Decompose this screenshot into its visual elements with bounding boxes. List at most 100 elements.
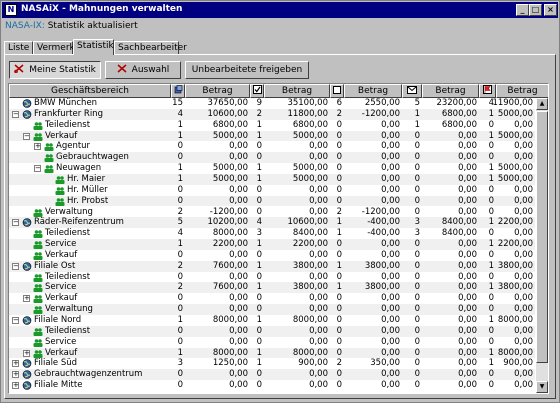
table-row[interactable]: Verwaltung 0 0,00 0 0,00 0 0,00 0 0,00 0 0,00 [9,304,535,315]
column-header-letter-amount[interactable]: Betrag [422,84,479,98]
area-label: Service [45,239,77,250]
column-header-done-count[interactable] [250,84,264,98]
people-icon [55,186,65,195]
table-row[interactable]: BMW München 15 37650,00 9 35100,00 6 2550,00 5 2… [9,98,535,109]
statistics-table: Geschäftsbereich Betrag Betrag Betrag Be… [8,83,549,394]
open-count-cell: 0 [336,173,342,184]
column-header-done-amount[interactable]: Betrag [264,84,330,98]
collapse-toggle[interactable]: − [12,262,19,270]
collapse-toggle[interactable]: − [12,219,19,227]
letter-count-cell: 0 [414,282,420,293]
table-row[interactable]: Hr. Müller 0 0,00 0 0,00 0 0,00 0 0,00 0 0,00 [9,185,535,196]
selection-button[interactable]: Auswahl [105,61,181,79]
open-count-cell: 0 [336,141,342,152]
expand-toggle[interactable]: + [12,382,19,390]
tab-liste[interactable]: Liste [4,41,33,55]
table-row[interactable]: + Verkauf 1 8000,00 1 8000,00 0 0,00 0 0,00 1 8000,… [9,347,535,359]
letter-count-cell: 0 [414,271,420,282]
table-row[interactable]: Teiledienst 0 0,00 0 0,00 0 0,00 0 0,00 0 0,00 [9,325,535,337]
letter-count-cell: 0 [414,315,420,325]
nasaix-app-icon[interactable]: N [5,4,17,16]
table-row[interactable]: − Filiale Nord 1 8000,00 1 8000,00 0 0,00 0 0,00 1… [9,315,535,326]
table-row[interactable]: Verkauf 0 0,00 0 0,00 0 0,00 0 0,00 0 0,00 [9,250,535,261]
flag-amount-cell: 3800,00 [497,282,533,293]
table-row[interactable]: Service 0 0,00 0 0,00 0 0,00 0 0,00 0 0,00 [9,337,535,348]
letter-count-cell: 0 [414,130,420,141]
status-prefix: NASA-IX: [5,21,45,31]
flag-amount-cell: 2200,00 [497,217,533,228]
table-row[interactable]: − Verkauf 1 5000,00 1 5000,00 0 0,00 0 0,00 1 5000,… [9,130,535,142]
scroll-down-button[interactable]: ▼ [536,381,548,393]
people-icon [33,230,43,239]
done-count-cell: 1 [256,130,262,141]
total-count-cell: 0 [177,369,183,380]
column-header-total-count[interactable] [171,84,185,98]
table-row[interactable]: Teiledienst 1 6800,00 1 6800,00 0 0,00 1 6800,00… [9,120,535,131]
people-icon [33,121,43,130]
expand-toggle[interactable]: + [23,295,30,303]
checkbox-checked-icon [252,85,262,94]
table-row[interactable]: + Filiale Süd 3 1250,00 1 900,00 2 350,00 0 0,00 1… [9,358,535,369]
column-header-open-count[interactable] [330,84,344,98]
column-header-total-amount[interactable]: Betrag [185,84,250,98]
done-count-cell: 0 [256,152,262,163]
open-count-cell: 0 [336,293,342,304]
collapse-toggle[interactable]: − [12,110,19,118]
scroll-up-button[interactable]: ▲ [536,98,548,110]
flag-amount-cell: 0,00 [514,184,533,195]
people-icon [44,154,54,163]
maximize-button[interactable]: □ [529,4,542,16]
minimize-button[interactable]: _ [516,4,529,16]
column-header-open-amount[interactable]: Betrag [344,84,402,98]
column-header-letter-count[interactable] [402,84,422,98]
title-bar[interactable]: N NASAiX - Mahnungen verwalten _ □ × [2,2,558,18]
open-count-cell: 0 [336,163,342,174]
tab-statistik[interactable]: Statistik [73,39,114,55]
done-count-cell: 1 [256,282,262,293]
table-row[interactable]: − Filiale Ost 2 7600,00 1 3800,00 1 3800,00 0 0,0… [9,260,535,272]
collapse-toggle[interactable]: − [23,132,30,140]
letter-count-cell: 3 [414,228,420,239]
table-row[interactable]: − Neuwagen 1 5000,00 1 5000,00 0 0,00 0 0,00 1 5000… [9,163,535,174]
collapse-toggle[interactable]: − [34,165,41,173]
globe-icon [22,381,32,390]
total-count-cell: 0 [177,141,183,152]
table-row[interactable]: + Gebrauchtwagenzentrum 0 0,00 0 0,00 0 0,00 0 0,… [9,369,535,381]
table-row[interactable]: − Räder-Reifenzentrum 5 10200,00 4 10600,00 1-… [9,217,535,229]
column-header-area[interactable]: Geschäftsbereich [9,84,171,98]
scroll-thumb[interactable] [536,111,548,363]
expand-toggle[interactable]: + [12,371,19,379]
close-button[interactable]: × [544,4,557,16]
column-header-flag-amount[interactable]: Betrag [496,84,548,98]
table-row[interactable]: + Verkauf 0 0,00 0 0,00 0 0,00 0 0,00 0 0,00 [9,293,535,304]
area-label: Hr. Müller [67,184,108,195]
column-header-flag-count[interactable] [479,84,496,98]
table-row[interactable]: + Agentur 0 0,00 0 0,00 0 0,00 0 0,00 0 0,00 [9,141,535,152]
table-row[interactable]: Service 2 7600,00 1 3800,00 1 3800,00 0 0,00 1 380… [9,282,535,294]
vertical-scrollbar[interactable]: ▲ ▼ [536,98,548,393]
done-count-cell: 4 [256,217,262,228]
my-statistics-button[interactable]: Meine Statistik [9,61,101,79]
letter-count-cell: 3 [414,217,420,228]
table-row[interactable]: Hr. Maier 1 5000,00 1 5000,00 0 0,00 0 0,00 1 5000… [9,173,535,185]
table-row[interactable]: Verwaltung 2 -1200,00 0 0,00 2 -1200,00 0 0,00 0 0… [9,207,535,218]
letter-count-cell: 0 [414,336,420,347]
table-row[interactable]: + Filiale Mitte 0 0,00 0 0,00 0 0,00 0 0,00 0 0,00 [9,380,535,391]
table-row[interactable]: Hr. Probst 0 0,00 0 0,00 0 0,00 0 0,00 0 0,00 [9,195,535,207]
collapse-toggle[interactable]: − [12,317,19,324]
tab-vermerk[interactable]: Vermerk [33,41,75,55]
tab-sachbearbeiter[interactable]: Sachbearbeiter [114,41,187,55]
expand-toggle[interactable]: + [12,360,19,368]
area-label: Frankfurter Ring [34,108,103,119]
table-row[interactable]: Gebrauchtwagen 0 0,00 0 0,00 0 0,00 0 0,00 0 0,00 [9,152,535,164]
expand-toggle[interactable]: + [34,143,41,151]
table-row[interactable]: Teiledienst 4 8000,00 3 8400,00 1 -400,00 3 8400… [9,228,535,239]
table-row[interactable]: Service 1 2200,00 1 2200,00 0 0,00 0 0,00 1 2200,0… [9,239,535,250]
coins-icon [174,85,182,94]
table-row[interactable]: Teiledienst 0 0,00 0 0,00 0 0,00 0 0,00 0 0,00 [9,272,535,283]
area-label: Teiledienst [45,119,91,130]
letter-count-cell: 0 [414,380,420,391]
expand-toggle[interactable]: + [23,349,30,357]
table-row[interactable]: − Frankfurter Ring 4 10600,00 2 11800,00 2 -120… [9,108,535,120]
release-unprocessed-button[interactable]: Unbearbeitete freigeben [185,61,309,79]
